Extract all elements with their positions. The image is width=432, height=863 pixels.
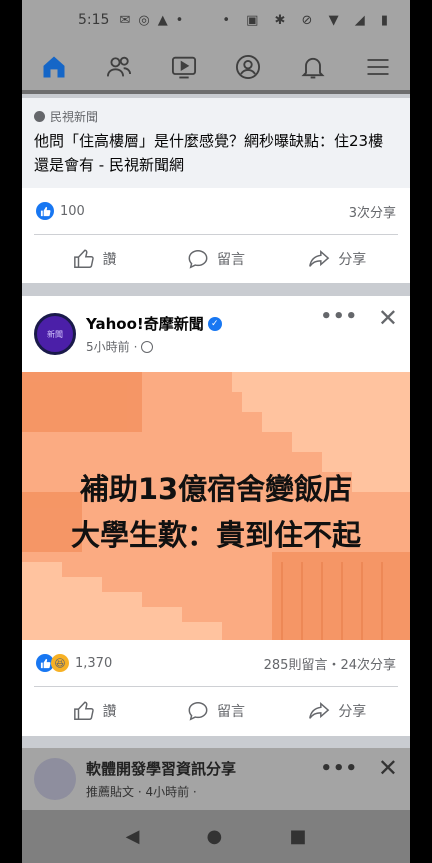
system-navigation-bar: ◀ ● ■	[22, 810, 410, 863]
nav-home[interactable]	[22, 40, 87, 94]
image-text-line-2: 大學生歎：貴到住不起	[70, 518, 361, 552]
meta-separator: ·	[133, 339, 138, 354]
post-card: 新聞 Yahoo!奇摩新聞 ✓ 5小時前 · ••• ✕ 補助13億宿舍變飯店 …	[22, 296, 410, 736]
status-system-icons: • ▣ ✱ ⊘ ▼ ◢ ▮	[222, 12, 394, 28]
share-count[interactable]: 3次分享	[349, 202, 396, 221]
nav-menu[interactable]	[345, 40, 410, 94]
reaction-summary[interactable]: 100 3次分享	[22, 188, 410, 234]
close-icon[interactable]: ✕	[378, 304, 398, 332]
nav-notifications[interactable]	[281, 40, 346, 94]
like-label: 讚	[102, 251, 117, 268]
friends-icon	[106, 56, 132, 77]
watch-icon	[171, 56, 196, 79]
like-button[interactable]: 讚	[34, 235, 155, 282]
home-circle-icon[interactable]: ●	[207, 826, 223, 847]
page-info: Yahoo!奇摩新聞 ✓ 5小時前 ·	[86, 313, 222, 355]
haha-reaction-icon: 😆	[51, 654, 69, 672]
thumbs-up-icon	[73, 701, 94, 720]
share-label: 分享	[338, 703, 367, 720]
back-icon[interactable]: ◀	[126, 826, 140, 847]
post-header: 新聞 Yahoo!奇摩新聞 ✓ 5小時前 · ••• ✕	[22, 296, 410, 372]
comment-label: 留言	[216, 703, 245, 720]
post-card: 軟體開發學習資訊分享 推薦貼文 · 4小時前 · ••• ✕	[22, 748, 410, 810]
like-label: 讚	[102, 703, 117, 720]
status-notification-icons: ✉◎▲•	[119, 12, 192, 28]
menu-icon	[367, 59, 389, 75]
top-navigation	[22, 40, 410, 94]
more-options-button[interactable]: •••	[320, 758, 358, 779]
link-preview[interactable]: 民視新聞 他問「住高樓層」是什麼感覺？網秒曝缺點：住23樓還是會有 - 民視新聞…	[22, 98, 410, 188]
reaction-count: 1,370	[75, 655, 113, 671]
comment-icon	[188, 701, 208, 721]
reaction-summary[interactable]: 😆 1,370 285則留言・24次分享	[22, 640, 410, 686]
comment-button[interactable]: 留言	[155, 687, 276, 734]
verified-badge-icon: ✓	[207, 316, 222, 331]
page-avatar[interactable]: 新聞	[34, 313, 76, 355]
comment-label: 留言	[216, 251, 245, 268]
globe-icon	[141, 340, 154, 353]
post-card: 民視新聞 他問「住高樓層」是什麼感覺？網秒曝缺點：住23樓還是會有 - 民視新聞…	[22, 98, 410, 283]
page-name[interactable]: Yahoo!奇摩新聞	[86, 313, 204, 334]
comment-button[interactable]: 留言	[155, 235, 276, 282]
close-icon[interactable]: ✕	[378, 754, 398, 782]
nav-friends[interactable]	[87, 40, 152, 94]
notifications-icon	[301, 57, 325, 79]
share-icon	[309, 701, 330, 719]
like-reaction-icon	[36, 202, 54, 220]
app-screen: 5:15 ✉◎▲• • ▣ ✱ ⊘ ▼ ◢ ▮ 民視新聞 他問「住高樓層」是什麼…	[22, 0, 410, 863]
post-actions: 讚 留言 分享	[34, 234, 398, 282]
like-button[interactable]: 讚	[34, 687, 155, 734]
post-meta: 5小時前 ·	[86, 338, 222, 355]
link-source: 民視新聞	[34, 108, 398, 125]
nav-watch[interactable]	[151, 40, 216, 94]
nav-profile[interactable]	[216, 40, 281, 94]
group-avatar[interactable]	[34, 758, 76, 800]
profile-icon	[236, 54, 261, 80]
share-label: 分享	[338, 251, 367, 268]
share-button[interactable]: 分享	[277, 687, 398, 734]
thumbs-up-icon	[73, 249, 94, 268]
post-actions: 讚 留言 分享	[34, 686, 398, 734]
post-meta: 推薦貼文 · 4小時前 ·	[86, 785, 197, 799]
page-name-row: Yahoo!奇摩新聞 ✓	[86, 313, 222, 334]
image-text-line-1: 補助13億宿舍變飯店	[79, 472, 353, 506]
post-time[interactable]: 5小時前	[86, 338, 130, 355]
link-headline: 他問「住高樓層」是什麼感覺？網秒曝缺點：住23樓還是會有 - 民視新聞網	[34, 132, 384, 174]
status-time: 5:15	[78, 12, 110, 28]
group-name[interactable]: 軟體開發學習資訊分享	[86, 758, 236, 779]
recents-icon[interactable]: ■	[289, 826, 306, 847]
reaction-count: 100	[60, 203, 85, 219]
source-name: 民視新聞	[50, 110, 99, 124]
more-options-button[interactable]: •••	[320, 306, 358, 327]
nav-divider	[22, 90, 410, 94]
share-icon	[309, 249, 330, 267]
comments-shares-count[interactable]: 285則留言・24次分享	[264, 654, 396, 673]
home-icon	[43, 56, 65, 78]
post-info: 軟體開發學習資訊分享 推薦貼文 · 4小時前 ·	[86, 758, 236, 800]
comment-icon	[188, 249, 208, 269]
post-image[interactable]: 補助13億宿舍變飯店 大學生歎：貴到住不起	[22, 372, 410, 640]
source-icon	[34, 111, 45, 122]
share-button[interactable]: 分享	[277, 235, 398, 282]
status-bar: 5:15 ✉◎▲• • ▣ ✱ ⊘ ▼ ◢ ▮	[22, 0, 410, 40]
